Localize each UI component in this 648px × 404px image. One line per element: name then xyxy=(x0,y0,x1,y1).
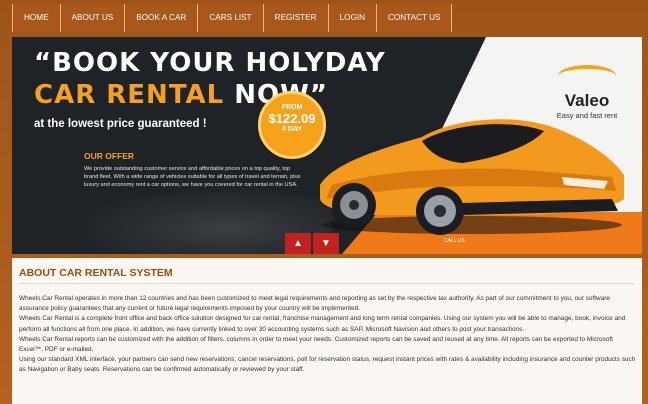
about-paragraph: Wheels Car Rental operates in more than … xyxy=(19,295,611,313)
call-label: CALL US xyxy=(444,238,465,244)
about-paragraph: Wheels Car Rental reports can be customi… xyxy=(19,335,613,354)
banner-headline: “BOOK YOUR HOLYDAY xyxy=(34,48,386,78)
about-body: Wheels Car Rental operates in more than … xyxy=(19,294,637,376)
banner-tagline: at the lowest price guaranteed ! xyxy=(34,118,207,130)
page-frame: HOME ABOUT US BOOK A CAR CARS LIST REGIS… xyxy=(0,0,648,404)
nav-register[interactable]: REGISTER xyxy=(263,4,329,32)
car-swoosh-icon xyxy=(558,65,616,87)
nav-book-a-car[interactable]: BOOK A CAR xyxy=(125,4,199,32)
nav-home[interactable]: HOME xyxy=(13,4,61,32)
nav-about-us[interactable]: ABOUT US xyxy=(60,4,126,32)
about-paragraph: Wheels Car Rental is a complete front of… xyxy=(19,315,626,333)
sports-car-image xyxy=(320,119,624,235)
slider-prev-button[interactable]: ▲ xyxy=(285,233,311,254)
offer-title: OUR OFFER xyxy=(84,151,135,161)
nav-login[interactable]: LOGIN xyxy=(328,4,378,32)
headline-orange-text: CAR RENTAL xyxy=(34,80,235,110)
chevron-down-icon: ▼ xyxy=(321,238,331,249)
about-title: ABOUT CAR RENTAL SYSTEM xyxy=(19,267,173,279)
hero-banner: “BOOK YOUR HOLYDAY CAR RENTAL NOW” at th… xyxy=(12,37,642,254)
offer-text: We provide outstanding customer service … xyxy=(84,166,301,188)
chevron-up-icon: ▲ xyxy=(293,238,303,249)
about-section: ABOUT CAR RENTAL SYSTEM Wheels Car Renta… xyxy=(12,258,642,404)
about-paragraph: Using our standard XML interface, your p… xyxy=(19,356,636,374)
divider xyxy=(19,283,635,284)
nav-contact-us[interactable]: CONTACT US xyxy=(377,4,453,32)
main-nav: HOME ABOUT US BOOK A CAR CARS LIST REGIS… xyxy=(12,4,453,32)
nav-cars-list[interactable]: CARS LIST xyxy=(198,4,264,32)
